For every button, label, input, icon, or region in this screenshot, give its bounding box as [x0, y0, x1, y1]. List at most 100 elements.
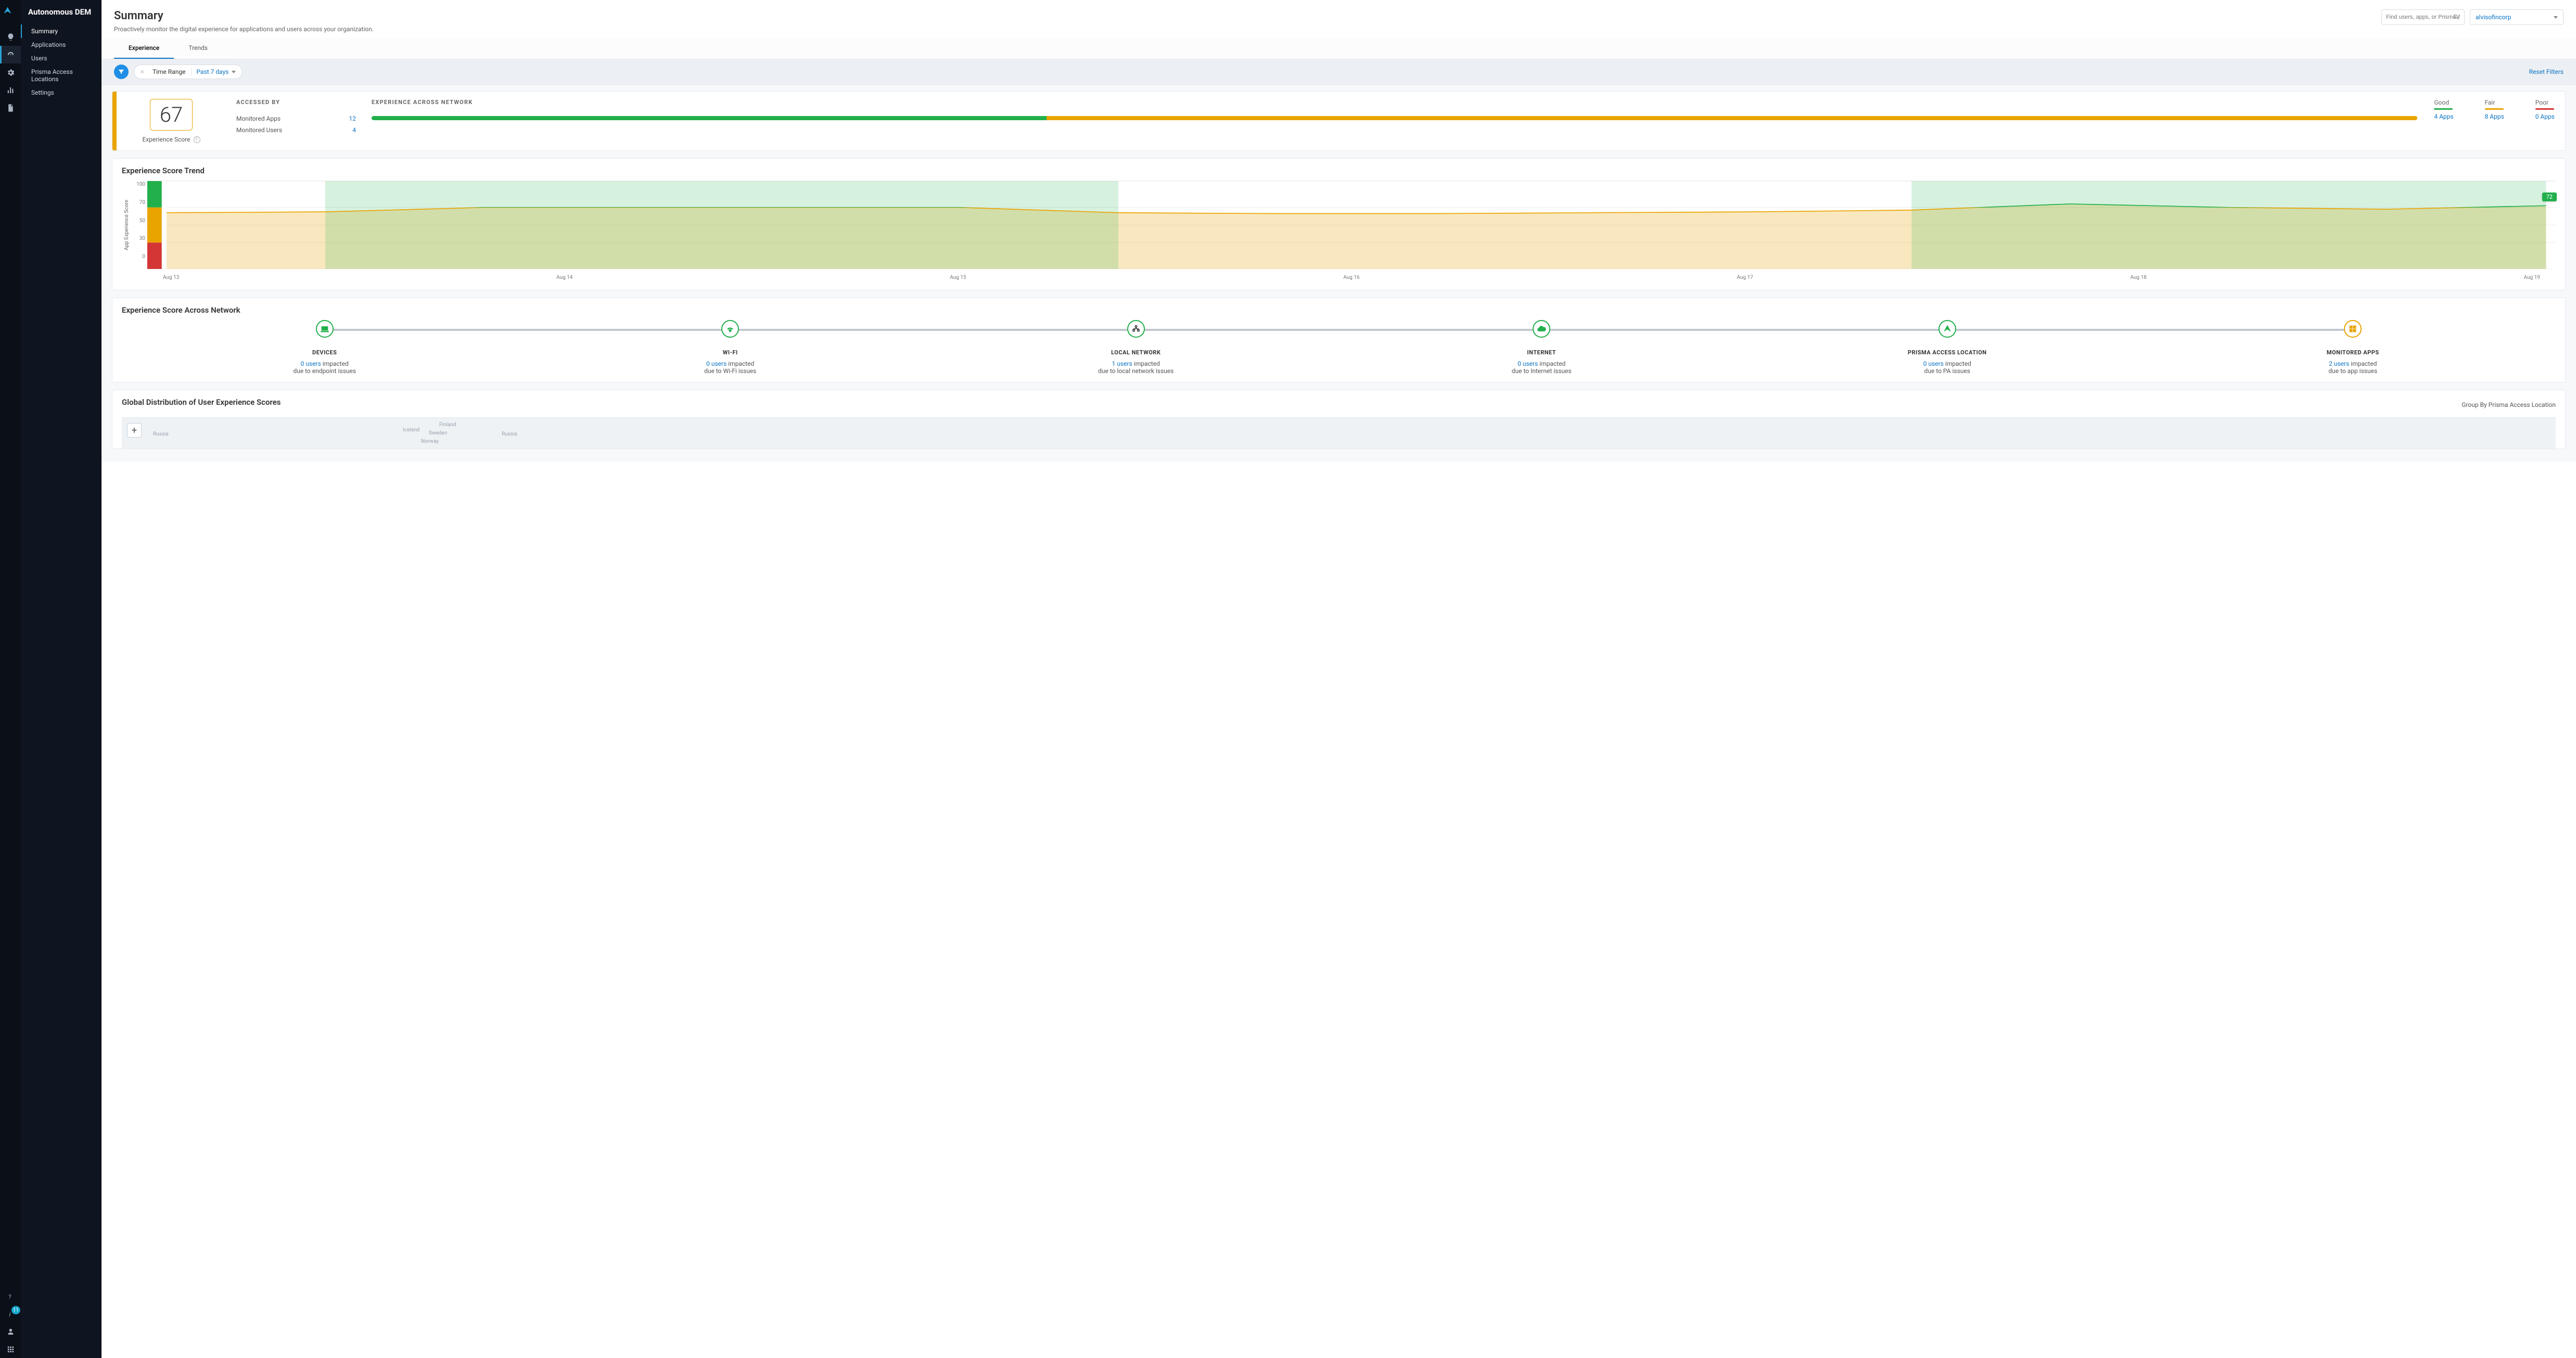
accessed-by-header: ACCESSED BY — [236, 99, 356, 106]
map-label: Sweden — [429, 430, 447, 436]
tab-experience[interactable]: Experience — [114, 38, 174, 59]
segment-lan[interactable]: LOCAL NETWORK 1 users impacted due to lo… — [933, 320, 1339, 375]
sidebar-item-prisma-access-locations[interactable]: Prisma Access Locations — [21, 65, 101, 86]
rail-settings[interactable] — [0, 63, 21, 81]
brand-logo — [3, 6, 18, 21]
network-icon — [1127, 320, 1145, 338]
bar-segment-good — [372, 116, 1047, 120]
trend-title: Experience Score Trend — [122, 166, 2556, 175]
sidebar-item-summary[interactable]: Summary — [21, 24, 101, 38]
monitored-users-link[interactable]: 4 — [352, 126, 356, 134]
search-input[interactable] — [2386, 14, 2460, 20]
rail-apps[interactable] — [0, 1340, 21, 1358]
page-subtitle: Proactively monitor the digital experien… — [114, 25, 374, 33]
sidebar-item-settings[interactable]: Settings — [21, 86, 101, 99]
tenant-selector[interactable]: alvisofincorp — [2470, 9, 2564, 25]
map-title: Global Distribution of User Experience S… — [122, 398, 281, 407]
segment-users-link[interactable]: 0 users — [1517, 360, 1538, 367]
segment-reason: due to app issues — [2328, 367, 2377, 375]
segment-wifi[interactable]: Wi-Fi 0 users impacted due to Wi-Fi issu… — [528, 320, 934, 375]
accent-bar — [112, 92, 117, 150]
cloud-icon — [1533, 320, 1550, 338]
info-icon[interactable]: i — [194, 136, 200, 143]
global-search[interactable] — [2381, 9, 2465, 25]
map-label: Iceland — [403, 427, 419, 433]
segment-apps[interactable]: MONITORED APPS 2 users impacted due to a… — [2150, 320, 2556, 375]
world-map[interactable]: + Russia Iceland Finland Sweden Norway R… — [122, 417, 2556, 449]
svg-text:i: i — [9, 1310, 10, 1317]
legend-fair-link[interactable]: 8 Apps — [2485, 113, 2504, 120]
trend-card: Experience Score Trend App Experience Sc… — [112, 158, 2566, 290]
rail-user[interactable] — [0, 1323, 21, 1340]
filter-bar: × Time Range Past 7 days Reset Filters — [101, 59, 2576, 85]
segment-reason: due to Wi-Fi issues — [704, 367, 756, 375]
segment-devices[interactable]: DEVICES 0 users impacted due to endpoint… — [122, 320, 528, 375]
segment-internet[interactable]: INTERNET 0 users impacted due to Interne… — [1339, 320, 1745, 375]
chart-y-axis: 1007050300 — [130, 181, 147, 269]
product-name: Autonomous DEM — [21, 5, 101, 24]
legend-good-label: Good — [2434, 99, 2453, 106]
rail-dem[interactable] — [0, 46, 21, 63]
map-card: Global Distribution of User Experience S… — [112, 390, 2566, 449]
map-zoom-in-button[interactable]: + — [127, 423, 142, 438]
segment-title: MONITORED APPS — [2327, 349, 2379, 356]
rail-info[interactable]: i11 — [0, 1305, 21, 1323]
tab-trends[interactable]: Trends — [174, 38, 222, 59]
segment-pa[interactable]: PRISMA ACCESS LOCATION 0 users impacted … — [1744, 320, 2150, 375]
app-icon — [2344, 320, 2362, 338]
monitored-apps-link[interactable]: 12 — [349, 115, 356, 122]
wifi-icon — [721, 320, 739, 338]
segment-reason: due to endpoint issues — [293, 367, 356, 375]
segment-reason: due to PA issues — [1924, 367, 1970, 375]
monitored-apps-label: Monitored Apps — [236, 115, 280, 122]
chevron-down-icon — [232, 71, 236, 73]
exp-across-network-header: EXPERIENCE ACROSS NETWORK — [372, 99, 2417, 106]
segment-users-link[interactable]: 0 users — [706, 360, 726, 367]
icon-rail: ? i11 — [0, 0, 21, 1358]
map-label: Norway — [421, 439, 439, 444]
chart-y-axis-label: App Experience Score — [122, 200, 130, 250]
legend-poor-link[interactable]: 0 Apps — [2535, 113, 2555, 120]
legend-fair-label: Fair — [2485, 99, 2504, 106]
experience-bar — [372, 116, 2417, 120]
chip-remove-icon[interactable]: × — [141, 68, 147, 76]
segment-title: INTERNET — [1527, 349, 1556, 356]
segment-title: Wi-Fi — [723, 349, 738, 356]
side-navigation: Autonomous DEM SummaryApplicationsUsersP… — [21, 0, 101, 1358]
map-label: Russia — [153, 431, 169, 437]
time-range-chip[interactable]: × Time Range Past 7 days — [134, 65, 243, 79]
rail-info-badge: 11 — [11, 1306, 20, 1314]
segment-users-link[interactable]: 2 users — [2329, 360, 2349, 367]
segment-users-link[interactable]: 0 users — [1923, 360, 1944, 367]
segment-title: PRISMA ACCESS LOCATION — [1908, 349, 1987, 356]
sidebar-item-users[interactable]: Users — [21, 52, 101, 65]
trend-chart[interactable]: 72 Aug 13Aug 14Aug 15Aug 16Aug 17Aug 18A… — [147, 181, 2556, 269]
map-label: Russia — [502, 431, 517, 437]
map-label: Finland — [439, 422, 456, 428]
segment-users-link[interactable]: 0 users — [301, 360, 321, 367]
legend-good-link[interactable]: 4 Apps — [2434, 113, 2453, 120]
segment-title: LOCAL NETWORK — [1111, 349, 1161, 356]
sidebar-item-applications[interactable]: Applications — [21, 38, 101, 52]
rail-insights[interactable] — [0, 28, 21, 46]
laptop-icon — [316, 320, 334, 338]
rail-reports[interactable] — [0, 81, 21, 99]
prisma-icon — [1939, 320, 1956, 338]
legend-poor-label: Poor — [2535, 99, 2555, 106]
segments-row: DEVICES 0 users impacted due to endpoint… — [122, 320, 2556, 375]
rail-files[interactable] — [0, 99, 21, 117]
filter-button[interactable] — [114, 65, 129, 79]
rail-help[interactable]: ? — [0, 1287, 21, 1305]
chip-label: Time Range — [152, 68, 186, 75]
svg-text:?: ? — [8, 1292, 11, 1300]
chevron-down-icon — [2554, 16, 2558, 19]
chip-value: Past 7 days — [197, 68, 229, 75]
map-groupby[interactable]: Group By Prisma Access Location — [2462, 401, 2556, 408]
segment-users-link[interactable]: 1 users — [1112, 360, 1132, 367]
tenant-value: alvisofincorp — [2476, 14, 2511, 21]
segment-reason: due to Internet issues — [1512, 367, 1572, 375]
experience-legend: Good 4 Apps Fair 8 Apps Poor 0 Apps — [2434, 99, 2555, 141]
reset-filters-link[interactable]: Reset Filters — [2529, 68, 2564, 75]
monitored-users-label: Monitored Users — [236, 126, 282, 134]
segment-title: DEVICES — [312, 349, 337, 356]
